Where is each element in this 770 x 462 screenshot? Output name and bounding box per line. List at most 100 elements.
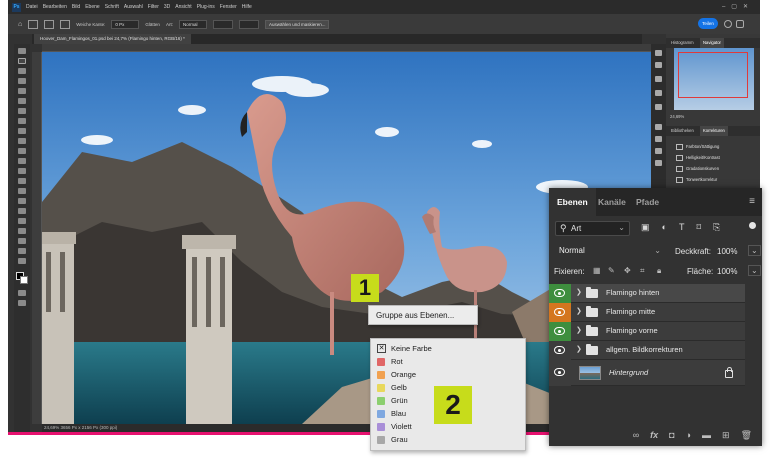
quick-select-tool-icon[interactable] [18, 78, 26, 84]
screen-mode-icon[interactable] [18, 300, 26, 306]
healing-tool-icon[interactable] [18, 118, 26, 124]
eye-icon[interactable] [554, 327, 565, 335]
eye-icon[interactable] [554, 308, 565, 316]
background-color-swatch[interactable] [20, 276, 28, 284]
menu-item-no-color[interactable]: ✕ Keine Farbe [377, 343, 517, 355]
navigator-thumbnail[interactable] [674, 48, 754, 110]
history-brush-tool-icon[interactable] [18, 148, 26, 154]
smooth-label[interactable]: Glätten [145, 22, 160, 27]
width-field[interactable] [212, 19, 233, 29]
adjustment-curves[interactable]: Gradationskurven [676, 166, 719, 172]
quick-mask-icon[interactable] [18, 290, 26, 296]
actions-icon[interactable] [655, 62, 662, 68]
hand-tool-icon[interactable] [18, 238, 26, 244]
path-select-tool-icon[interactable] [18, 218, 26, 224]
tab-adjustments[interactable]: Korrekturen [700, 126, 728, 136]
fill-value[interactable]: 100% [717, 267, 737, 276]
style-select[interactable]: Normal [178, 19, 207, 29]
link-icon[interactable]: ∞ [633, 430, 639, 440]
adjustment-icon[interactable]: ◑ [686, 430, 691, 440]
history-icon[interactable] [655, 50, 662, 56]
more-tools-icon[interactable] [18, 258, 26, 264]
mask-icon[interactable]: ◘ [669, 430, 674, 440]
paragraph-icon[interactable] [655, 136, 662, 142]
menu-item-gray[interactable]: Grau [377, 434, 517, 446]
swatches-icon[interactable] [655, 160, 662, 166]
blend-mode-select[interactable]: Normal ⌄ [555, 244, 665, 259]
add-selection-icon[interactable] [60, 19, 71, 29]
smart-object-filter-icon[interactable]: ⎘ [713, 222, 720, 233]
menu-item-view[interactable]: Ansicht [175, 4, 191, 10]
shape-tool-icon[interactable] [18, 228, 26, 234]
menu-item-help[interactable]: Hilfe [242, 4, 252, 10]
dodge-tool-icon[interactable] [18, 188, 26, 194]
lasso-tool-icon[interactable] [18, 68, 26, 74]
layer-row-flamingo-vorne[interactable]: ❯ Flamingo vorne [549, 322, 745, 341]
menu-item-image[interactable]: Bild [72, 4, 80, 10]
window-controls[interactable]: –▢✕ [722, 3, 754, 10]
menu-item-group-from-layers[interactable]: Gruppe aus Ebenen... [376, 311, 454, 320]
lock-image-icon[interactable]: ✎ [608, 266, 615, 275]
select-mask-button[interactable]: Auswählen und maskieren... [264, 19, 330, 29]
eyedropper-tool-icon[interactable] [18, 108, 26, 114]
glyphs-icon[interactable] [655, 148, 662, 154]
navigator-view-box[interactable] [678, 52, 748, 98]
panel-menu-icon[interactable]: ≡ [749, 197, 755, 207]
new-layer-icon[interactable]: ⊞ [722, 430, 730, 441]
chevron-right-icon[interactable]: ❯ [576, 326, 582, 334]
zoom-tool-icon[interactable] [18, 248, 26, 254]
blur-tool-icon[interactable] [18, 178, 26, 184]
new-selection-icon[interactable] [44, 19, 55, 29]
tab-histogram[interactable]: Histogramm [668, 38, 697, 48]
info-icon[interactable] [655, 76, 662, 82]
menu-item-select[interactable]: Auswahl [124, 4, 143, 10]
folder-icon[interactable]: ▬ [702, 430, 711, 440]
character-icon[interactable] [655, 124, 662, 130]
opacity-value[interactable]: 100% [717, 247, 737, 256]
pen-tool-icon[interactable] [18, 198, 26, 204]
menu-item-type[interactable]: Schrift [105, 4, 119, 10]
stamp-tool-icon[interactable] [18, 138, 26, 144]
chevron-right-icon[interactable]: ❯ [576, 307, 582, 315]
workspace-icon[interactable] [736, 20, 744, 28]
type-tool-icon[interactable] [18, 208, 26, 214]
chevron-right-icon[interactable]: ❯ [576, 288, 582, 296]
menu-item-filter[interactable]: Filter [148, 4, 159, 10]
adjustment-filter-icon[interactable]: ◐ [662, 222, 667, 233]
crop-tool-icon[interactable] [18, 88, 26, 94]
lock-position-icon[interactable]: ✥ [624, 266, 631, 275]
menu-item-layer[interactable]: Ebene [85, 4, 99, 10]
tab-navigator[interactable]: Navigator [700, 38, 724, 48]
menu-item-3d[interactable]: 3D [164, 4, 170, 10]
adjustment-hue-saturation[interactable]: Farbton/Sättigung [676, 144, 719, 150]
eye-icon[interactable] [554, 368, 565, 376]
layer-row-bildkorrekturen[interactable]: ❯ allgem. Bildkorrekturen [549, 341, 745, 360]
lock-artboard-icon[interactable]: ⌗ [640, 266, 645, 276]
chevron-down-icon[interactable]: ⌄ [748, 245, 761, 256]
gradient-tool-icon[interactable] [18, 168, 26, 174]
menu-item-window[interactable]: Fenster [220, 4, 237, 10]
menu-item-red[interactable]: Rot [377, 356, 517, 368]
marquee-tool-icon[interactable] [28, 19, 39, 29]
document-tab[interactable]: Hoover_Dam_Flamingos_01.psd bei 24,7% (F… [34, 34, 191, 44]
brush-tool-icon[interactable] [18, 128, 26, 134]
brushes-icon[interactable] [655, 90, 662, 96]
marquee-tool-icon[interactable] [18, 58, 26, 64]
eraser-tool-icon[interactable] [18, 158, 26, 164]
tab-libraries[interactable]: Bibliotheken [668, 126, 697, 136]
layer-row-hintergrund[interactable]: Hintergrund [549, 360, 745, 386]
tab-paths[interactable]: Pfade [636, 188, 659, 216]
eye-icon[interactable] [554, 346, 565, 354]
adjustment-brightness-contrast[interactable]: Helligkeit/Kontrast [676, 155, 720, 161]
tab-layers[interactable]: Ebenen [549, 188, 596, 216]
search-icon[interactable] [724, 20, 732, 28]
adjustment-levels[interactable]: Tonwertkorrektur [676, 177, 717, 183]
share-button[interactable]: Teilen [698, 18, 718, 29]
home-icon[interactable]: ⌂ [18, 21, 22, 28]
chevron-right-icon[interactable]: ❯ [576, 345, 582, 353]
menu-item-edit[interactable]: Bearbeiten [43, 4, 67, 10]
move-tool-icon[interactable] [18, 48, 26, 54]
shape-filter-icon[interactable]: ⌑ [696, 222, 701, 233]
layer-row-flamingo-hinten[interactable]: ❯ Flamingo hinten [549, 284, 745, 303]
soft-edge-field[interactable]: 0 Px [111, 19, 140, 29]
